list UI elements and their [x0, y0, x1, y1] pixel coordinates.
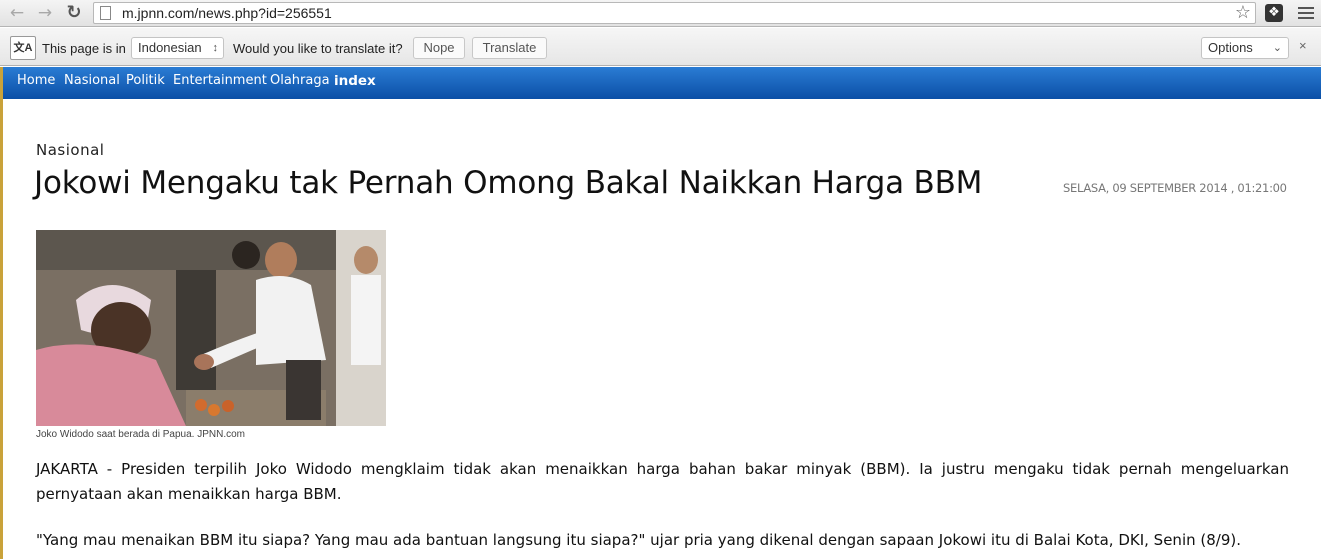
close-icon[interactable]: × [1299, 38, 1307, 53]
nope-button[interactable]: Nope [413, 37, 465, 59]
nav-item-home[interactable]: Home [17, 73, 55, 88]
translate-icon: 文A [10, 36, 36, 60]
language-select-value: Indonesian [138, 40, 202, 55]
nav-item-index[interactable]: index [334, 73, 376, 89]
translate-infobar: 文A This page is in Indonesian ↕ Would yo… [0, 28, 1321, 66]
translate-button[interactable]: Translate [472, 37, 547, 59]
translate-question-text: Would you like to translate it? [233, 41, 403, 56]
article-date: SELASA, 09 SEPTEMBER 2014 , 01:21:00 [1063, 181, 1287, 195]
photo-caption: Joko Widodo saat berada di Papua. JPNN.c… [36, 429, 245, 440]
article-paragraph: "Yang mau menaikan BBM itu siapa? Yang m… [36, 531, 1241, 549]
left-accent-bar [0, 67, 3, 559]
nav-item-olahraga[interactable]: Olahraga [270, 73, 330, 88]
reload-icon[interactable]: ↻ [63, 2, 85, 24]
options-dropdown[interactable]: Options ⌄ [1201, 37, 1289, 59]
back-arrow-icon[interactable]: ← [6, 2, 28, 24]
options-label: Options [1208, 40, 1253, 55]
nav-item-politik[interactable]: Politik [126, 73, 165, 88]
site-nav: Home Nasional Politik Entertainment Olah… [3, 67, 1321, 99]
article-photo [36, 230, 386, 426]
language-select[interactable]: Indonesian ↕ [131, 37, 224, 59]
page-icon [100, 6, 111, 20]
hamburger-menu-icon[interactable] [1298, 7, 1314, 19]
article-category[interactable]: Nasional [36, 141, 104, 159]
article-title: Jokowi Mengaku tak Pernah Omong Bakal Na… [34, 165, 983, 201]
address-bar[interactable]: m.jpnn.com/news.php?id=256551 ☆ [93, 2, 1256, 24]
article-paragraph: JAKARTA - Presiden terpilih Joko Widodo … [36, 460, 1289, 503]
select-arrows-icon: ↕ [212, 42, 219, 54]
chevron-down-icon: ⌄ [1272, 42, 1282, 54]
nav-item-entertainment[interactable]: Entertainment [173, 73, 267, 88]
extension-icon[interactable]: ❖ [1265, 4, 1283, 22]
url-text[interactable]: m.jpnn.com/news.php?id=256551 [122, 5, 332, 21]
translate-prefix-text: This page is in [42, 41, 126, 56]
forward-arrow-icon[interactable]: → [34, 2, 56, 24]
star-icon[interactable]: ☆ [1235, 3, 1251, 23]
photo-illustration [36, 230, 386, 426]
nav-item-nasional[interactable]: Nasional [64, 73, 120, 88]
browser-toolbar: ← → ↻ m.jpnn.com/news.php?id=256551 ☆ ❖ [0, 0, 1321, 27]
